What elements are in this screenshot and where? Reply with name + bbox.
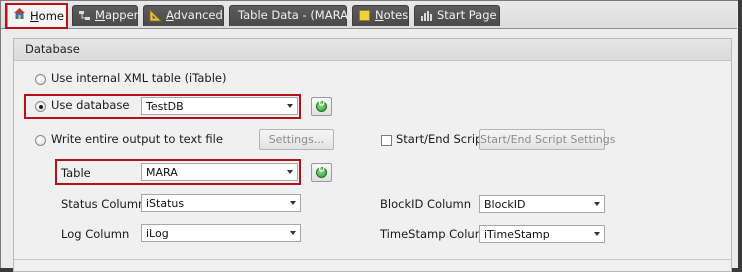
tab-mapper[interactable]: Mapper	[72, 5, 138, 26]
internal-xml-radio[interactable]	[35, 74, 46, 85]
panel-title: Database	[25, 42, 80, 56]
refresh-icon	[316, 99, 327, 112]
status-column-label: Status Column	[61, 197, 146, 211]
database-value: TestDB	[146, 100, 184, 113]
tab-start-page-label: Start Page	[437, 8, 497, 22]
panel-divider	[14, 259, 731, 260]
use-database-radio[interactable]	[35, 101, 46, 112]
log-column-value: iLog	[146, 227, 169, 240]
database-combo[interactable]: TestDB	[141, 97, 298, 115]
table-label: Table	[61, 166, 91, 180]
timestamp-column-combo[interactable]: iTimeStamp	[479, 225, 605, 243]
status-column-value: iStatus	[146, 197, 185, 210]
blockid-column-value: BlockID	[484, 198, 526, 211]
blockid-column-label: BlockID Column	[380, 197, 472, 211]
frame-shadow-right	[738, 0, 742, 272]
chevron-down-icon	[594, 202, 600, 206]
write-textfile-radio[interactable]	[35, 135, 46, 146]
startend-script-settings-button[interactable]: Start/End Script Settings	[479, 129, 616, 150]
status-column-combo[interactable]: iStatus	[141, 194, 301, 212]
timestamp-column-value: iTimeStamp	[484, 228, 550, 241]
chevron-down-icon	[594, 232, 600, 236]
home-icon	[14, 8, 25, 19]
tab-mapper-label: apper	[104, 8, 139, 22]
chevron-down-icon	[290, 231, 296, 235]
start-page-icon	[421, 11, 432, 21]
tab-advanced-mnemonic: A	[166, 8, 174, 22]
tab-home[interactable]: Home	[7, 3, 67, 29]
tab-table-data-label: Table Data - (MARA)	[238, 8, 353, 22]
timestamp-column-label: TimeStamp Column	[380, 227, 494, 241]
internal-xml-label: Use internal XML table (iTable)	[51, 71, 227, 85]
blockid-column-combo[interactable]: BlockID	[479, 195, 605, 213]
refresh-database-button[interactable]	[311, 97, 332, 116]
tab-start-page[interactable]: Start Page	[414, 5, 500, 26]
settings-button[interactable]: Settings...	[259, 129, 334, 150]
startend-script-label: Start/End Script	[396, 132, 487, 146]
tab-advanced-label: dvanced	[173, 8, 223, 22]
write-textfile-label: Write entire output to text file	[51, 132, 223, 146]
startend-script-checkbox[interactable]	[381, 135, 392, 146]
chevron-down-icon	[290, 201, 296, 205]
tab-table-data[interactable]: Table Data - (MARA)	[229, 5, 352, 26]
tab-notes[interactable]: Notes	[352, 5, 409, 26]
tab-strip: Home Mapper Advanced Table Data - (MARA)…	[1, 1, 737, 29]
tab-home-mnemonic: H	[30, 9, 39, 23]
refresh-table-button[interactable]	[311, 163, 332, 182]
tab-notes-label: otes	[383, 8, 409, 22]
triangle-ruler-icon	[149, 9, 162, 22]
refresh-icon	[316, 165, 327, 178]
log-column-label: Log Column	[61, 227, 130, 241]
tab-mapper-mnemonic: M	[95, 8, 105, 22]
panel-header: Database	[14, 39, 731, 61]
chevron-down-icon	[287, 104, 293, 108]
note-icon	[359, 10, 370, 21]
log-column-combo[interactable]: iLog	[141, 224, 301, 242]
mapper-icon	[79, 11, 90, 20]
tab-advanced[interactable]: Advanced	[143, 5, 224, 26]
tab-notes-mnemonic: N	[375, 8, 384, 22]
chevron-down-icon	[287, 170, 293, 174]
table-value: MARA	[146, 166, 178, 179]
tab-home-label: ome	[38, 9, 64, 23]
use-database-label: Use database	[51, 98, 130, 112]
table-combo[interactable]: MARA	[141, 163, 298, 181]
